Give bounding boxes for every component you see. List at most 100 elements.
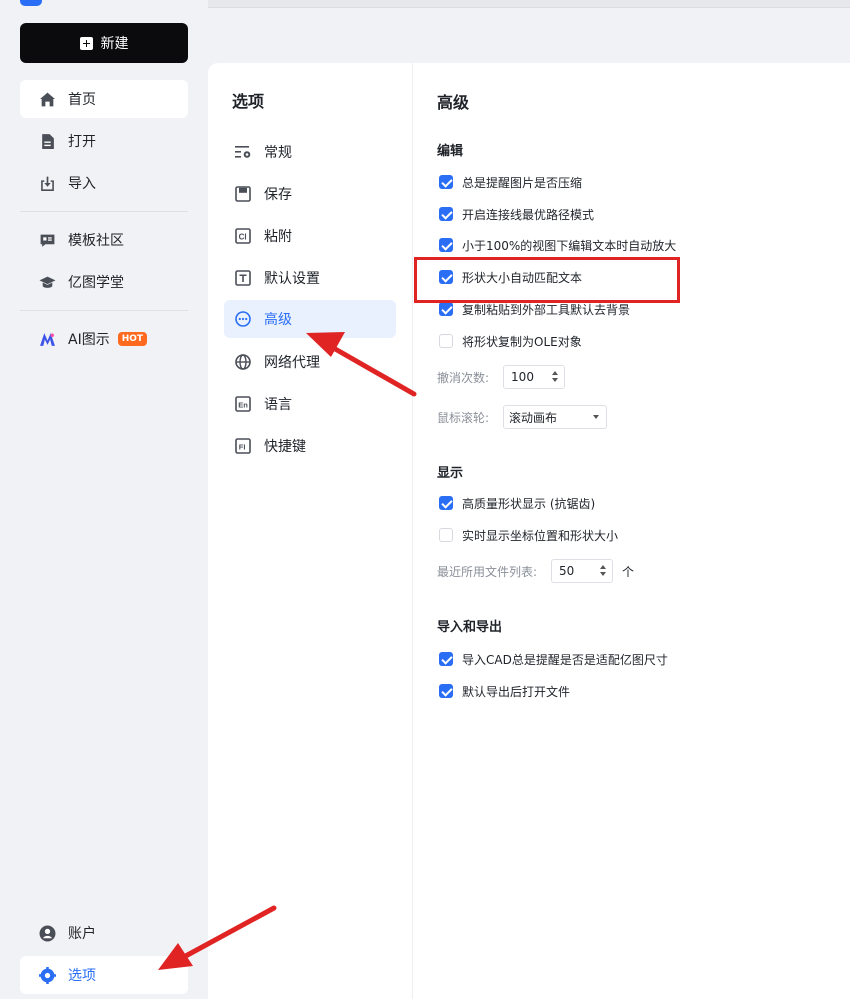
mouse-wheel-select[interactable]: 滚动画布 — [503, 405, 608, 429]
hot-badge: HOT — [117, 332, 148, 346]
sidebar-item-home[interactable]: 首页 — [20, 80, 188, 118]
chevron-up-icon[interactable] — [600, 565, 607, 569]
sidebar-divider — [20, 211, 188, 212]
checkbox[interactable] — [439, 175, 453, 189]
tab-default-settings[interactable]: 默认设置 — [224, 259, 396, 297]
checkbox-row[interactable]: 默认导出后打开文件 — [439, 681, 570, 701]
checkbox-label: 将形状复制为OLE对象 — [462, 334, 582, 349]
sidebar-item-label: AI图示 — [68, 332, 110, 348]
highlight-box — [414, 257, 680, 303]
tab-shortcuts[interactable]: FI 快捷键 — [224, 427, 396, 465]
tab-label: 语言 — [264, 397, 292, 413]
sidebar-item-ai[interactable]: AI图示 HOT — [20, 320, 188, 358]
tab-general[interactable]: 常规 — [224, 133, 396, 171]
mouse-wheel-row: 鼠标滚轮: 滚动画布 — [437, 405, 608, 429]
field-label: 撤消次数: — [437, 370, 490, 385]
chevron-down-icon — [593, 415, 600, 419]
field-label: 最近所用文件列表: — [437, 564, 538, 579]
checkbox[interactable] — [439, 528, 453, 542]
tab-save[interactable]: 保存 — [224, 175, 396, 213]
tab-language[interactable]: En 语言 — [224, 385, 396, 423]
checkbox[interactable] — [439, 302, 453, 316]
sidebar-item-import[interactable]: 导入 — [20, 164, 188, 202]
ai-logo-icon — [40, 332, 55, 346]
checkbox-row[interactable]: 将形状复制为OLE对象 — [439, 331, 582, 351]
sidebar-item-open[interactable]: 打开 — [20, 122, 188, 160]
app-logo — [20, 0, 42, 6]
field-label: 鼠标滚轮: — [437, 410, 490, 425]
checkbox[interactable] — [439, 238, 453, 252]
checkbox-label: 实时显示坐标位置和形状大小 — [462, 528, 619, 543]
checkbox-label: 小于100%的视图下编辑文本时自动放大 — [462, 238, 677, 253]
recent-files-stepper[interactable]: 50 — [551, 559, 614, 583]
tab-label: 常规 — [264, 145, 292, 161]
stepper-value: 50 — [559, 564, 575, 578]
sidebar-item-template-community[interactable]: 模板社区 — [20, 221, 188, 259]
save-icon — [235, 186, 251, 202]
checkbox-row[interactable]: 实时显示坐标位置和形状大小 — [439, 525, 618, 545]
language-icon: En — [235, 396, 251, 412]
chevron-up-icon[interactable] — [552, 371, 559, 375]
checkbox-row[interactable]: 小于100%的视图下编辑文本时自动放大 — [439, 235, 676, 255]
new-button-label: 新建 — [100, 36, 129, 52]
sidebar-item-label: 账户 — [68, 926, 96, 942]
sidebar-item-options[interactable]: 选项 — [20, 956, 188, 994]
panel-title: 高级 — [437, 93, 470, 112]
sidebar: 新建 首页 打开 导入 模板社区 亿图学堂 AI图示 HOT 账户 选项 — [0, 0, 208, 999]
more-icon — [235, 311, 251, 327]
svg-text:CI: CI — [239, 233, 247, 242]
checkbox-label: 总是提醒图片是否压缩 — [462, 175, 583, 190]
svg-text:FI: FI — [239, 443, 246, 452]
svg-text:En: En — [238, 401, 248, 410]
tab-advanced[interactable]: 高级 — [224, 300, 396, 338]
sidebar-item-account[interactable]: 账户 — [20, 914, 188, 952]
plus-icon — [79, 36, 93, 50]
advanced-settings-panel: 高级 编辑 总是提醒图片是否压缩 开启连接线最优路径模式 小于100%的视图下编… — [413, 63, 850, 999]
section-title-edit: 编辑 — [437, 144, 464, 159]
account-icon — [39, 925, 56, 941]
checkbox-label: 复制粘贴到外部工具默认去背景 — [462, 302, 631, 317]
chevron-down-icon[interactable] — [600, 572, 607, 576]
new-button[interactable]: 新建 — [20, 23, 188, 63]
globe-icon — [235, 354, 251, 370]
tab-proxy[interactable]: 网络代理 — [224, 343, 396, 381]
sidebar-item-label: 亿图学堂 — [68, 275, 124, 291]
gear-icon — [39, 966, 56, 984]
tab-label: 粘附 — [264, 229, 292, 245]
sidebar-divider — [20, 310, 188, 311]
snap-icon: CI — [235, 228, 251, 244]
checkbox-label: 导入CAD总是提醒是否是适配亿图尺寸 — [462, 652, 668, 667]
sidebar-item-label: 模板社区 — [68, 233, 124, 249]
tab-snap[interactable]: CI 粘附 — [224, 217, 396, 255]
sidebar-item-label: 首页 — [68, 92, 96, 108]
sidebar-item-label: 导入 — [68, 176, 96, 192]
stepper-arrows[interactable] — [552, 369, 560, 385]
community-icon — [40, 234, 55, 247]
undo-count-row: 撤消次数: 100 — [437, 365, 566, 389]
checkbox-row[interactable]: 总是提醒图片是否压缩 — [439, 172, 582, 192]
unit-label: 个 — [622, 564, 635, 579]
tab-label: 网络代理 — [264, 355, 320, 371]
general-icon — [235, 146, 251, 158]
select-value: 滚动画布 — [509, 410, 558, 425]
checkbox-row[interactable]: 导入CAD总是提醒是否是适配亿图尺寸 — [439, 649, 668, 669]
text-icon — [235, 270, 251, 286]
checkbox-label: 默认导出后打开文件 — [462, 684, 571, 699]
checkbox-row[interactable]: 开启连接线最优路径模式 — [439, 204, 594, 224]
checkbox[interactable] — [439, 334, 453, 348]
checkbox[interactable] — [439, 652, 453, 666]
chevron-down-icon[interactable] — [552, 378, 559, 382]
undo-count-stepper[interactable]: 100 — [503, 365, 566, 389]
graduation-icon — [39, 276, 56, 288]
checkbox[interactable] — [439, 207, 453, 221]
stepper-value: 100 — [511, 370, 534, 384]
tab-label: 默认设置 — [264, 271, 320, 287]
options-category-panel: 选项 常规 保存 CI 粘附 默认设置 高级 网络代理 En 语言 FI 快捷键 — [208, 63, 413, 999]
checkbox[interactable] — [439, 496, 453, 510]
checkbox[interactable] — [439, 684, 453, 698]
checkbox-row[interactable]: 高质量形状显示 (抗锯齿) — [439, 493, 595, 513]
stepper-arrows[interactable] — [600, 563, 608, 579]
sidebar-item-academy[interactable]: 亿图学堂 — [20, 263, 188, 301]
sidebar-item-label: 打开 — [68, 134, 96, 150]
section-title-display: 显示 — [437, 466, 464, 481]
